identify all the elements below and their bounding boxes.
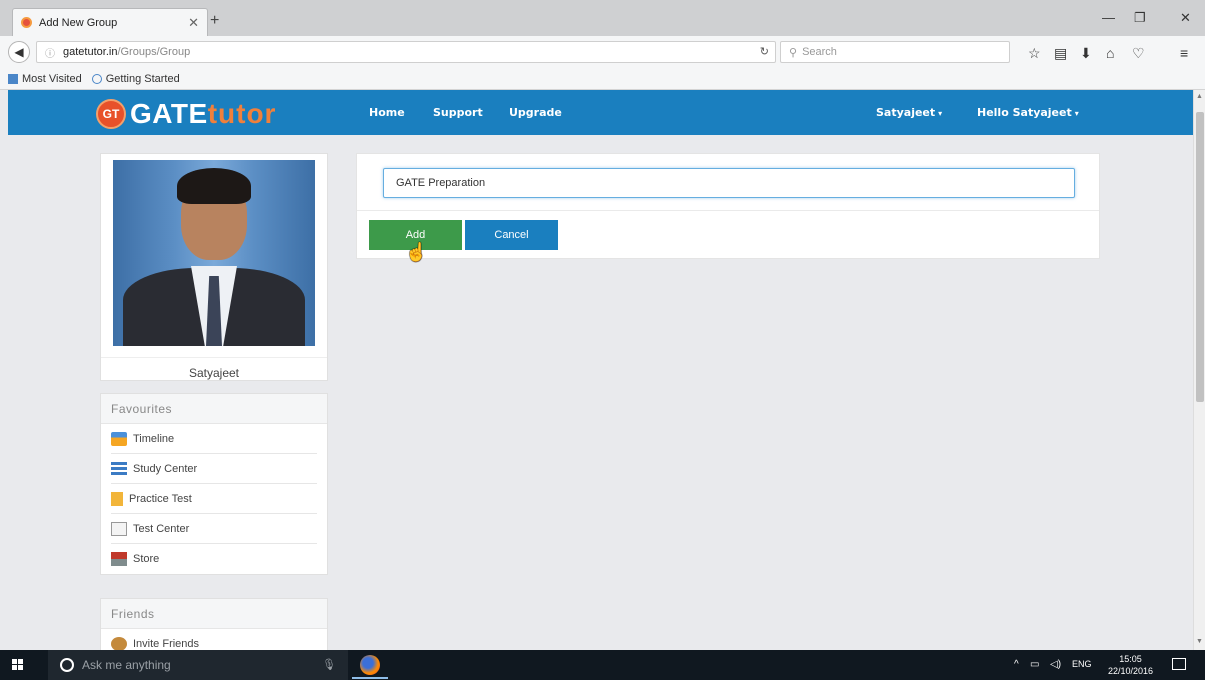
scroll-down-icon[interactable]: ▼ [1196,638,1203,645]
profile-name[interactable]: Satyajeet [101,357,327,380]
volume-icon[interactable]: ◁) [1050,659,1061,670]
store-icon [111,552,127,566]
bookmark-getting-started[interactable]: Getting Started [91,72,180,85]
form-divider [357,210,1099,211]
favourite-test-center[interactable]: Test Center [111,514,317,544]
add-group-form: Add Cancel [356,153,1100,259]
friends-invite[interactable]: Invite Friends [111,629,317,650]
library-icon[interactable]: ▤ [1054,45,1067,62]
reload-icon[interactable]: ↻ [760,45,769,58]
cortana-icon [60,658,74,672]
logo-tutor-text: tutor [207,98,277,129]
greeting-menu[interactable]: Hello Satyajeet ▾ [977,106,1079,119]
search-placeholder: Search [802,46,837,58]
favourite-label: Study Center [133,462,198,475]
back-arrow-icon[interactable]: ◀ [8,41,30,63]
cortana-search-text: Ask me anything [82,658,171,672]
user-menu[interactable]: Satyajeet ▾ [876,106,942,119]
show-hidden-icons-icon[interactable]: ^ [1014,659,1019,670]
download-icon[interactable]: ⬇ [1080,45,1092,62]
test-center-icon [111,521,127,536]
study-center-icon [111,461,127,476]
search-icon: ⚲ [789,46,798,59]
folder-icon [8,73,18,84]
browser-tab-bar: Add New Group ✕ + — ❐ ✕ [0,0,1205,36]
pocket-icon[interactable]: ♡ [1132,45,1145,62]
windows-start-icon[interactable] [12,659,24,671]
scroll-thumb[interactable] [1196,112,1204,402]
cortana-search[interactable]: Ask me anything 🎙 [48,650,348,680]
practice-test-icon [111,491,123,506]
system-clock[interactable]: 15:05 22/10/2016 [1108,653,1153,677]
page-viewport: GT GATE tutor Home Support Upgrade Satya… [0,90,1193,650]
nav-upgrade[interactable]: Upgrade [509,106,562,119]
logo-gate-text: GATE [130,98,208,129]
site-header: GT GATE tutor Home Support Upgrade Satya… [8,90,1193,135]
favicon-icon [21,17,32,28]
photo-hair [177,168,251,204]
favourites-title: Favourites [101,394,327,424]
timeline-icon [111,431,127,446]
group-name-input[interactable] [383,168,1075,198]
browser-toolbar: ◀ ⓘ gatetutor.in /Groups/Group ↻ ⚲ Searc… [0,36,1205,68]
favourite-store[interactable]: Store [111,544,317,574]
page-scrollbar[interactable]: ▲ ▼ [1193,90,1205,650]
favourite-practice-test[interactable]: Practice Test [111,484,317,514]
logo-badge: GT [96,99,126,129]
firefox-icon[interactable] [360,655,380,675]
favourite-timeline[interactable]: Timeline [111,424,317,454]
close-window-icon[interactable]: ✕ [1180,10,1191,26]
close-tab-icon[interactable]: ✕ [188,15,199,31]
browser-search-input[interactable]: ⚲ Search [780,41,1010,63]
favourites-panel: Favourites Timeline Study Center Practic… [100,393,328,575]
favourite-label: Practice Test [129,492,192,505]
browser-tab[interactable]: Add New Group ✕ [12,8,208,36]
menu-icon[interactable]: ≡ [1180,45,1188,61]
info-icon[interactable]: ⓘ [45,45,55,60]
bookmarks-bar: Most Visited Getting Started [0,68,1205,90]
friends-title: Friends [101,599,327,629]
scroll-up-icon[interactable]: ▲ [1196,93,1203,100]
url-bar[interactable]: ⓘ gatetutor.in /Groups/Group ↻ [36,41,776,63]
favourite-study-center[interactable]: Study Center [111,454,317,484]
minimize-icon[interactable]: — [1102,10,1115,25]
hand-cursor-icon: ☝ [405,242,428,262]
friends-panel: Friends Invite Friends [100,598,328,650]
site-logo[interactable]: GT GATE tutor [96,98,276,130]
bookmark-label: Getting Started [105,72,180,85]
favourite-label: Timeline [133,432,175,445]
profile-photo[interactable] [113,160,315,346]
url-path: /Groups/Group [117,46,191,58]
caret-down-icon: ▾ [1074,109,1079,118]
clock-date: 22/10/2016 [1108,666,1154,676]
tab-title: Add New Group [39,16,118,29]
network-icon[interactable]: ▭ [1030,659,1039,670]
nav-home[interactable]: Home [369,106,405,119]
clock-time: 15:05 [1119,654,1142,664]
greeting-menu-label: Hello Satyajeet [977,106,1072,119]
microphone-icon[interactable]: 🎙 [322,658,336,671]
favourite-label: Store [133,553,160,565]
bookmark-most-visited[interactable]: Most Visited [8,73,82,85]
language-indicator[interactable]: ENG [1072,659,1092,669]
active-app-indicator [352,677,388,679]
cancel-button[interactable]: Cancel [465,220,558,250]
friends-label: Invite Friends [133,638,200,650]
user-menu-label: Satyajeet [876,106,936,119]
home-icon[interactable]: ⌂ [1106,45,1114,61]
taskbar: Ask me anything 🎙 ^ ▭ ◁) ENG 15:05 22/10… [0,650,1205,680]
profile-card: Satyajeet [100,153,328,381]
caret-down-icon: ▾ [938,109,943,118]
restore-icon[interactable]: ❐ [1134,10,1146,26]
bookmark-label: Most Visited [22,72,82,85]
notifications-icon[interactable] [1172,658,1186,670]
url-host: gatetutor.in [63,46,118,58]
invite-friends-icon [111,637,127,650]
favourite-label: Test Center [133,522,190,535]
new-tab-icon[interactable]: + [210,12,219,30]
globe-icon [91,73,102,84]
bookmark-star-icon[interactable]: ☆ [1028,45,1041,62]
nav-support[interactable]: Support [433,106,483,119]
